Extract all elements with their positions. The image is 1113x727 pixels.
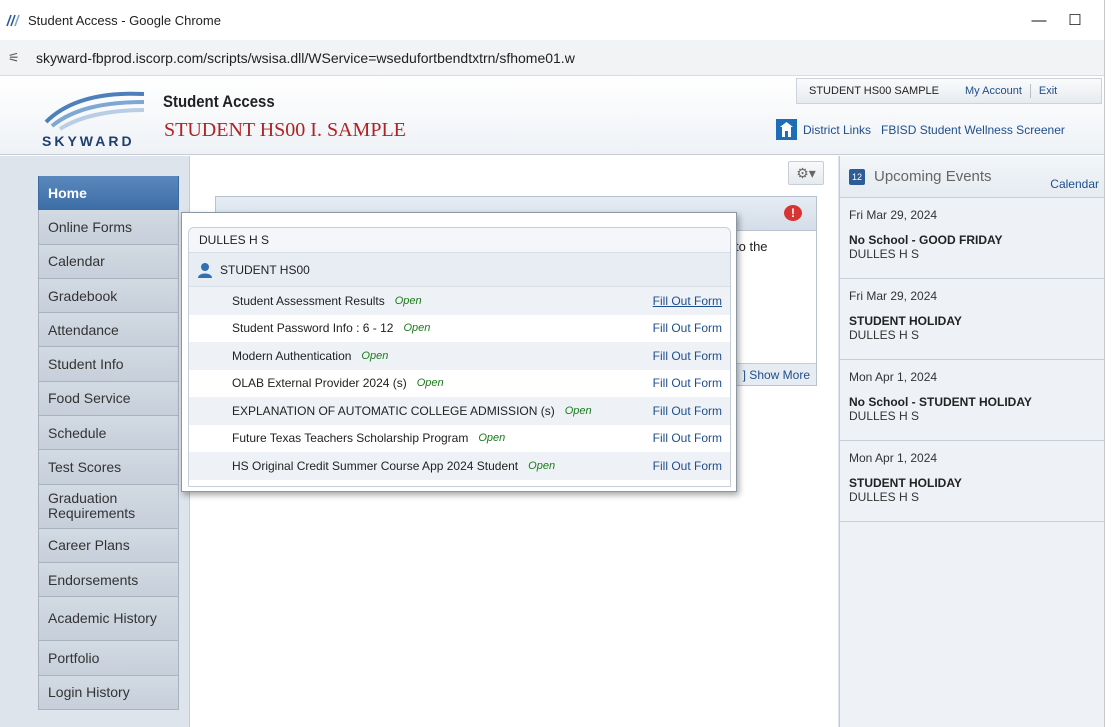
sidebar-item-attendance[interactable]: Attendance	[38, 313, 179, 348]
form-row: Future Texas Teachers Scholarship Progra…	[189, 425, 730, 453]
student-row: STUDENT HS00	[189, 253, 730, 287]
skyward-favicon-icon	[6, 14, 20, 27]
calendar-icon: 12	[849, 168, 865, 185]
fill-out-form-link[interactable]: Fill Out Form	[653, 321, 722, 335]
sidebar-item-career-plans[interactable]: Career Plans	[38, 528, 179, 563]
url-field[interactable]: skyward-fbprod.iscorp.com/scripts/wsisa.…	[36, 50, 575, 66]
sidebar-item-academic-history[interactable]: Academic History	[38, 597, 179, 642]
form-rows: Student Assessment Results Open Fill Out…	[189, 287, 730, 480]
fill-out-form-link[interactable]: Fill Out Form	[653, 349, 722, 363]
sidebar-item-student-info[interactable]: Student Info	[38, 347, 179, 382]
events-header: 12 Upcoming Events Calendar	[840, 156, 1104, 198]
sidebar-item-food-service[interactable]: Food Service	[38, 381, 179, 417]
svg-text:SKYWARD: SKYWARD	[42, 133, 135, 149]
event-location: DULLES H S	[849, 490, 920, 504]
form-status: Open	[361, 349, 389, 362]
site-info-icon[interactable]: ⚟	[8, 50, 30, 66]
title-bar: Student Access - Google Chrome — ☐	[0, 0, 1104, 40]
sidebar-item-home[interactable]: Home	[38, 176, 179, 211]
form-status: Open	[403, 322, 431, 335]
form-row: Student Password Info : 6 - 12 Open Fill…	[189, 315, 730, 343]
fill-out-form-link[interactable]: Fill Out Form	[653, 431, 722, 445]
my-account-link[interactable]: My Account	[965, 85, 1022, 97]
sidebar-item-gradebook[interactable]: Gradebook	[38, 278, 179, 314]
gear-icon[interactable]: ⚙▾	[788, 161, 824, 185]
message-text-fragment: to the	[735, 239, 768, 254]
app-name: Student Access	[163, 92, 275, 111]
form-status: Open	[528, 459, 556, 472]
online-forms-popup: DULLES H S STUDENT HS00 Student Assessme…	[181, 212, 737, 492]
fill-out-form-link[interactable]: Fill Out Form	[653, 404, 722, 418]
form-status: Open	[478, 432, 506, 445]
event-date: Mon Apr 1, 2024	[849, 370, 938, 384]
form-name: Future Texas Teachers Scholarship Progra…	[232, 431, 469, 446]
event-location: DULLES H S	[849, 328, 920, 342]
event-date: Mon Apr 1, 2024	[849, 451, 938, 465]
form-status: Open	[416, 377, 444, 390]
event-title: STUDENT HOLIDAY	[849, 476, 962, 490]
sidebar-nav: Home Online Forms Calendar Gradebook Att…	[38, 176, 179, 710]
maximize-button[interactable]: ☐	[1052, 0, 1098, 40]
alert-icon: !	[784, 205, 802, 221]
event-title: No School - STUDENT HOLIDAY	[849, 395, 1032, 409]
event-item: Fri Mar 29, 2024 No School - GOOD FRIDAY…	[840, 198, 1104, 279]
forms-list: DULLES H S STUDENT HS00 Student Assessme…	[188, 227, 731, 487]
user-name: STUDENT HS00 SAMPLE	[809, 85, 940, 97]
sidebar-item-login-history[interactable]: Login History	[38, 675, 179, 710]
event-title: STUDENT HOLIDAY	[849, 314, 962, 328]
show-more-link[interactable]: ] Show More	[735, 363, 816, 385]
event-item: Mon Apr 1, 2024 No School - STUDENT HOLI…	[840, 360, 1104, 441]
student-name-heading: STUDENT HS00 I. SAMPLE	[164, 119, 406, 141]
student-label: STUDENT HS00	[220, 262, 310, 277]
building-icon	[776, 119, 797, 140]
sidebar-item-schedule[interactable]: Schedule	[38, 416, 179, 451]
event-date: Fri Mar 29, 2024	[849, 289, 938, 303]
form-name: HS Original Credit Summer Course App 202…	[232, 458, 519, 473]
address-bar: ⚟ skyward-fbprod.iscorp.com/scripts/wsis…	[0, 40, 1104, 76]
district-links-link[interactable]: District Links	[803, 123, 871, 137]
upcoming-events-panel: 12 Upcoming Events Calendar Fri Mar 29, …	[839, 156, 1104, 727]
browser-window: Student Access - Google Chrome — ☐ ⚟ sky…	[0, 0, 1105, 727]
divider	[1029, 84, 1031, 98]
form-row: HS Original Credit Summer Course App 202…	[189, 452, 730, 480]
school-name: DULLES H S	[189, 228, 730, 253]
calendar-link[interactable]: Calendar	[1050, 177, 1099, 191]
form-row: Student Assessment Results Open Fill Out…	[189, 287, 730, 315]
maximize-icon: ☐	[1068, 12, 1082, 29]
person-icon	[198, 262, 212, 278]
fill-out-form-link[interactable]: Fill Out Form	[653, 376, 722, 390]
form-status: Open	[564, 404, 592, 417]
form-name: Student Assessment Results	[232, 293, 385, 308]
sidebar-item-test-scores[interactable]: Test Scores	[38, 450, 179, 485]
sidebar-item-graduation-requirements[interactable]: Graduation Requirements	[38, 484, 179, 529]
exit-link[interactable]: Exit	[1039, 85, 1057, 97]
form-row: Modern Authentication Open Fill Out Form	[189, 342, 730, 370]
form-name: Student Password Info : 6 - 12	[232, 321, 394, 336]
sidebar-item-portfolio[interactable]: Portfolio	[38, 641, 179, 676]
fill-out-form-link[interactable]: Fill Out Form	[653, 294, 722, 308]
events-title: Upcoming Events	[874, 168, 992, 185]
skyward-logo: SKYWARD	[42, 91, 145, 149]
sidebar-item-endorsements[interactable]: Endorsements	[38, 562, 179, 598]
form-name: OLAB External Provider 2024 (s)	[232, 376, 407, 391]
district-links-bar: District Links FBISD Student Wellness Sc…	[776, 119, 1065, 140]
event-date: Fri Mar 29, 2024	[849, 208, 938, 222]
form-row: EXPLANATION OF AUTOMATIC COLLEGE ADMISSI…	[189, 397, 730, 425]
wellness-screener-link[interactable]: FBISD Student Wellness Screener	[881, 123, 1065, 137]
user-toolbar: STUDENT HS00 SAMPLE My Account Exit	[796, 78, 1102, 104]
sidebar-item-online-forms[interactable]: Online Forms	[38, 210, 179, 245]
window-title: Student Access - Google Chrome	[28, 12, 221, 28]
event-item: Fri Mar 29, 2024 STUDENT HOLIDAY DULLES …	[840, 279, 1104, 360]
form-name: EXPLANATION OF AUTOMATIC COLLEGE ADMISSI…	[232, 403, 555, 418]
event-item: Mon Apr 1, 2024 STUDENT HOLIDAY DULLES H…	[840, 441, 1104, 522]
form-name: Modern Authentication	[232, 348, 352, 363]
fill-out-form-link[interactable]: Fill Out Form	[653, 459, 722, 473]
minimize-icon: —	[1031, 11, 1047, 29]
event-location: DULLES H S	[849, 409, 920, 423]
event-location: DULLES H S	[849, 247, 920, 261]
form-status: Open	[394, 294, 422, 307]
form-row: OLAB External Provider 2024 (s) Open Fil…	[189, 370, 730, 398]
event-title: No School - GOOD FRIDAY	[849, 233, 1003, 247]
sidebar-item-calendar[interactable]: Calendar	[38, 244, 179, 279]
